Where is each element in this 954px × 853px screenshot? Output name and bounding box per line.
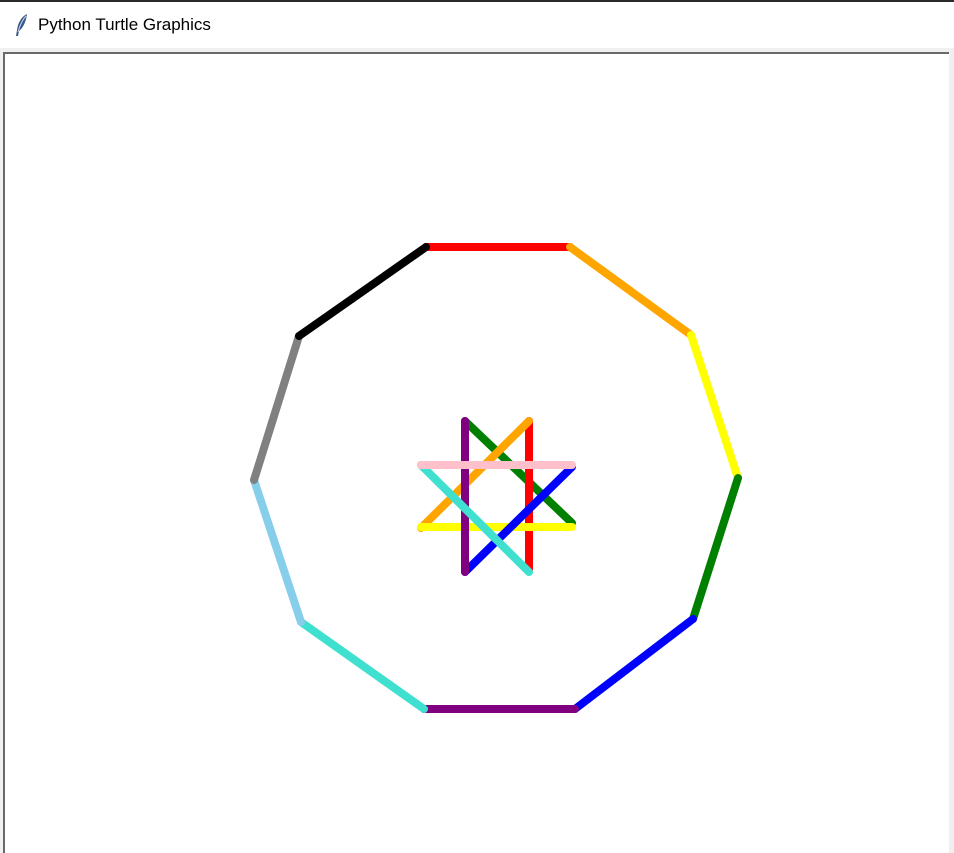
turtle-canvas[interactable] [3,52,949,853]
turtle-window: Python Turtle Graphics [0,0,954,853]
decagon-edge-8 [250,476,305,626]
decagon-edge-5 [571,615,697,713]
decagon-edge-2 [566,243,695,339]
window-frame [0,48,954,853]
decagon-edge-7 [297,618,428,713]
star-edge-3 [417,417,533,532]
star-edge-7 [417,461,533,576]
decagon-edge-4 [689,474,742,623]
decagon-edge-10 [295,243,430,340]
decagon-edge-3 [687,331,742,482]
drawing-surface [250,243,742,713]
decagon-edge-9 [250,332,303,484]
